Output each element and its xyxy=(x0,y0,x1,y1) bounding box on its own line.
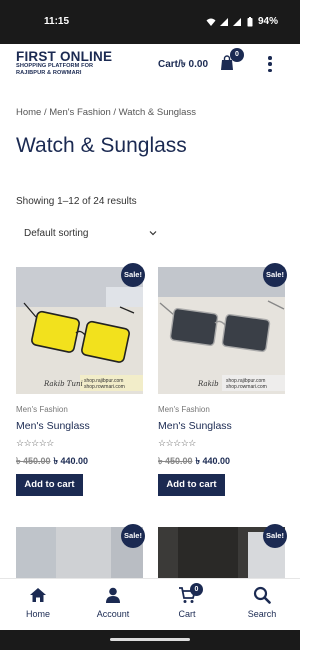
more-menu-icon[interactable] xyxy=(264,56,276,72)
signal-icon xyxy=(219,17,228,26)
nav-account-label: Account xyxy=(96,609,130,619)
product-category[interactable]: Men's Fashion xyxy=(16,405,68,414)
product-card: shop.rajibpur.com shop.rowmari.com Rakib… xyxy=(158,263,287,499)
logo-line-1: FIRST ONLINE xyxy=(16,49,113,64)
status-time: 11:15 xyxy=(44,16,70,27)
nav-cart-label: Cart xyxy=(178,609,196,619)
nav-cart[interactable]: 0 Cart xyxy=(157,583,217,619)
search-icon xyxy=(253,586,271,604)
rating-stars: ☆☆☆☆☆ xyxy=(158,438,196,448)
chevron-down-icon xyxy=(149,231,157,236)
nav-home[interactable]: Home xyxy=(8,586,68,619)
sale-badge: Sale! xyxy=(121,524,145,548)
battery-icon xyxy=(247,16,253,26)
product-price: ৳ 450.00 ৳ 440.00 xyxy=(158,454,230,469)
status-icons: 94% xyxy=(206,16,278,27)
sunglass-photo: shop.rajibpur.com shop.rowmari.com Rakib xyxy=(158,267,285,394)
product-image[interactable]: shop.rajibpur.com shop.rowmari.com Rakib xyxy=(158,267,285,394)
product-card: Sale! xyxy=(158,524,287,578)
nav-cart-count-badge: 0 xyxy=(190,583,203,596)
lens-left xyxy=(169,307,219,347)
old-price: ৳ 450.00 xyxy=(158,456,193,466)
product-price: ৳ 450.00 ৳ 440.00 xyxy=(16,454,88,469)
add-to-cart-button[interactable]: Add to cart xyxy=(158,474,225,496)
battery-level: 94% xyxy=(257,16,278,27)
product-name[interactable]: Men's Sunglass xyxy=(158,420,232,432)
sale-badge: Sale! xyxy=(263,524,287,548)
nav-account[interactable]: Account xyxy=(83,586,143,619)
product-card: Sale! xyxy=(16,524,145,578)
breadcrumb-current: Watch & Sunglass xyxy=(118,107,196,118)
breadcrumb: Home / Men's Fashion / Watch & Sunglass xyxy=(16,107,196,118)
sale-badge: Sale! xyxy=(263,263,287,287)
sale-badge: Sale! xyxy=(121,263,145,287)
gesture-handle[interactable] xyxy=(110,638,190,641)
add-to-cart-button[interactable]: Add to cart xyxy=(16,474,83,496)
nav-search-label: Search xyxy=(247,609,277,619)
signal-icon-2 xyxy=(232,17,241,26)
sale-price: ৳ 440.00 xyxy=(195,456,231,466)
breadcrumb-home[interactable]: Home xyxy=(16,107,41,118)
status-bar: 11:15 94% xyxy=(0,0,300,44)
product-card: shop.rajibpur.com shop.rowmari.com Rakib… xyxy=(16,263,145,499)
nav-home-label: Home xyxy=(25,609,50,619)
nav-search[interactable]: Search xyxy=(232,586,292,619)
breadcrumb-category[interactable]: Men's Fashion xyxy=(49,107,110,118)
results-count: Showing 1–12 of 24 results xyxy=(16,196,137,207)
header-cart-count-badge: 0 xyxy=(230,48,244,62)
system-gesture-bar xyxy=(0,630,300,650)
user-icon xyxy=(106,587,120,603)
old-price: ৳ 450.00 xyxy=(16,456,51,466)
svg-text:Rakib: Rakib xyxy=(197,380,219,388)
product-name[interactable]: Men's Sunglass xyxy=(16,420,90,432)
lens-right xyxy=(221,313,271,353)
sort-selected-label: Default sorting xyxy=(24,227,89,239)
bottom-navigation: Home Account 0 Cart Search xyxy=(0,578,300,630)
watermark-line-2: shop.rowmari.com xyxy=(226,384,267,390)
sunglass-photo: shop.rajibpur.com shop.rowmari.com Rakib… xyxy=(16,267,143,394)
home-icon xyxy=(30,588,46,602)
sale-price: ৳ 440.00 xyxy=(53,456,89,466)
svg-text:Rakib Tuni: Rakib Tuni xyxy=(43,380,83,388)
product-image[interactable]: shop.rajibpur.com shop.rowmari.com Rakib… xyxy=(16,267,143,394)
wifi-icon xyxy=(206,18,216,26)
breadcrumb-separator: / xyxy=(110,107,119,118)
site-logo[interactable]: FIRST ONLINE SHOPPING PLATFORM FOR RAJIB… xyxy=(16,50,112,76)
site-header: FIRST ONLINE SHOPPING PLATFORM FOR RAJIB… xyxy=(0,44,300,82)
product-category[interactable]: Men's Fashion xyxy=(158,405,210,414)
watermark-line-2: shop.rowmari.com xyxy=(84,384,125,390)
header-cart-total[interactable]: Cart/৳ 0.00 xyxy=(158,57,208,74)
sort-select[interactable]: Default sorting xyxy=(16,222,161,244)
page-title: Watch & Sunglass xyxy=(16,134,187,157)
rating-stars: ☆☆☆☆☆ xyxy=(16,438,54,448)
logo-line-3: RAJIBPUR & ROWMARI xyxy=(16,69,82,76)
